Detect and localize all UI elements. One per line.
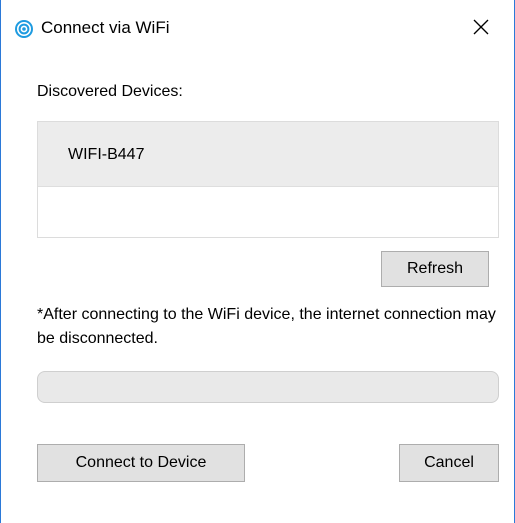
device-item-label: WIFI-B447	[68, 146, 145, 163]
device-list[interactable]: WIFI-B447	[37, 121, 499, 238]
title-bar[interactable]: Connect via WiFi	[1, 0, 514, 58]
close-icon	[473, 19, 489, 40]
connect-wifi-dialog: Connect via WiFi Discovered Devices: WIF…	[0, 0, 515, 523]
disconnect-warning-note: *After connecting to the WiFi device, th…	[37, 306, 496, 347]
device-item-wifi-b447[interactable]: WIFI-B447	[38, 122, 498, 187]
refresh-button[interactable]: Refresh	[381, 251, 489, 287]
close-button[interactable]	[459, 10, 503, 48]
discovered-devices-label: Discovered Devices:	[37, 83, 183, 100]
connection-progress-bar	[37, 371, 499, 403]
window-title: Connect via WiFi	[41, 18, 170, 37]
cancel-button[interactable]: Cancel	[399, 444, 499, 482]
wifi-app-icon	[14, 19, 34, 39]
connect-to-device-button[interactable]: Connect to Device	[37, 444, 245, 482]
